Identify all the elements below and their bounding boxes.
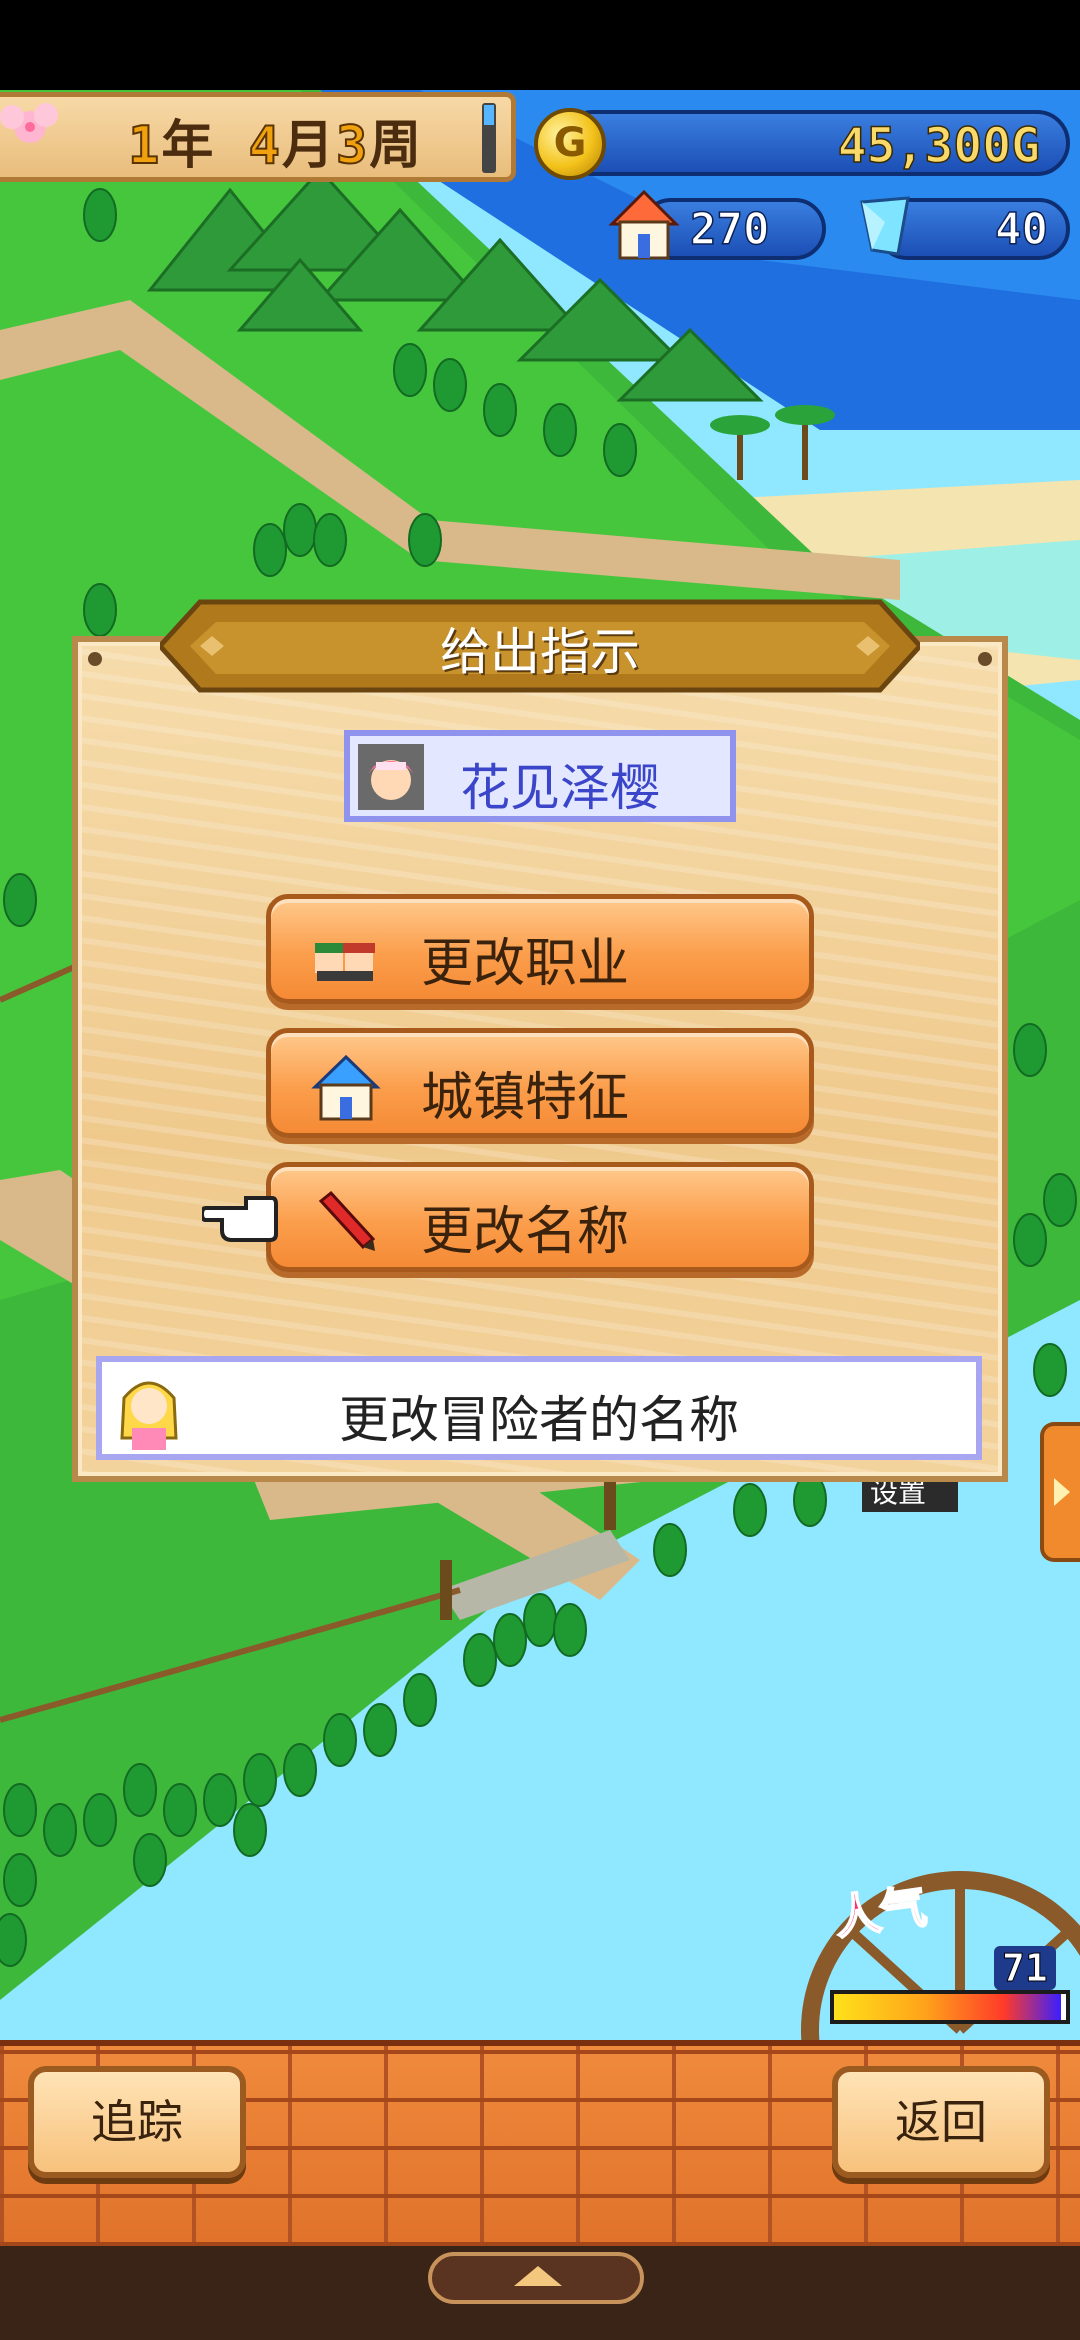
dialog-title: 给出指示 bbox=[440, 623, 640, 681]
week-unit: 周 bbox=[369, 116, 424, 176]
house-icon bbox=[608, 189, 680, 260]
date-panel: 1年 4月3周 bbox=[0, 92, 516, 182]
popularity-value: 71 bbox=[994, 1946, 1056, 1991]
town-features-label: 城镇特征 bbox=[421, 1068, 630, 1128]
change-job-label: 更改职业 bbox=[421, 934, 630, 994]
date-text: 1年 4月3周 bbox=[127, 103, 424, 178]
description-box: 更改冒险者的名称 bbox=[96, 1356, 982, 1460]
track-button[interactable]: 追踪 bbox=[28, 2066, 246, 2178]
week-value: 3 bbox=[335, 115, 370, 177]
month-unit: 月 bbox=[281, 116, 336, 176]
rename-button[interactable]: 更改名称 bbox=[266, 1162, 814, 1272]
character-name-plate: 花见泽樱 bbox=[344, 730, 736, 822]
rename-label: 更改名称 bbox=[421, 1202, 630, 1262]
month-value: 4 bbox=[248, 115, 282, 177]
status-bar bbox=[0, 0, 1080, 90]
year-unit: 年 bbox=[161, 116, 216, 176]
people-icon bbox=[315, 943, 375, 981]
popularity-label: 人气 bbox=[830, 1878, 931, 1946]
gem-value: 40 bbox=[994, 203, 1048, 256]
house-icon bbox=[311, 1054, 381, 1121]
popularity-bar-fill bbox=[834, 1994, 1062, 2020]
date-progress bbox=[482, 103, 496, 173]
gold-amount: 45,300G bbox=[837, 117, 1041, 175]
pencil-icon bbox=[318, 1190, 376, 1251]
side-panel-tab[interactable] bbox=[1040, 1422, 1080, 1562]
hand-pointer-icon bbox=[202, 1196, 278, 1242]
dialog-rivet bbox=[88, 652, 102, 666]
dialog-rivet bbox=[978, 652, 992, 666]
expand-up-button[interactable] bbox=[428, 2252, 644, 2304]
crystal-icon bbox=[860, 196, 910, 256]
year-value: 1 bbox=[127, 115, 162, 177]
gold-coin-icon: G bbox=[534, 108, 606, 180]
sakura-icon bbox=[0, 103, 58, 143]
population-value: 270 bbox=[689, 203, 770, 256]
popularity-bar bbox=[830, 1990, 1070, 2024]
description-text: 更改冒险者的名称 bbox=[339, 1391, 739, 1449]
back-button[interactable]: 返回 bbox=[832, 2066, 1050, 2178]
town-features-button[interactable]: 城镇特征 bbox=[266, 1028, 814, 1138]
change-job-button[interactable]: 更改职业 bbox=[266, 894, 814, 1004]
character-name: 花见泽樱 bbox=[460, 759, 660, 817]
